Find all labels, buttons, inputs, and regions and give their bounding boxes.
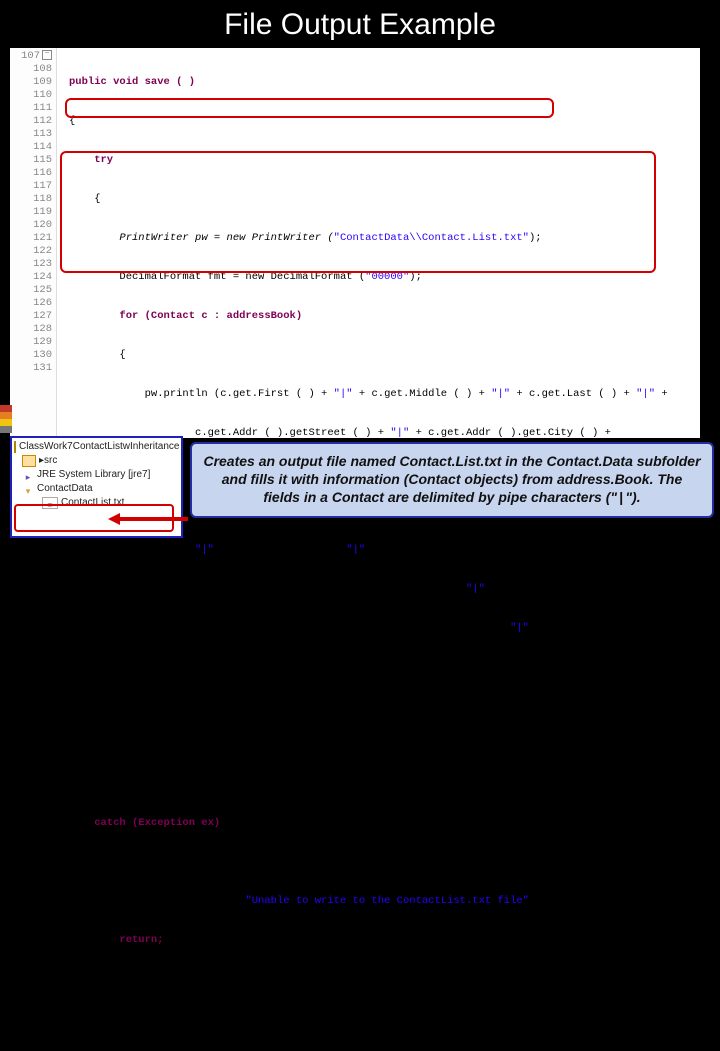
library-icon: ▸	[22, 470, 34, 480]
tree-project: ClassWork7ContactListwInheritance	[19, 440, 179, 454]
tree-folder: ContactData	[37, 482, 93, 496]
slide-title: File Output Example	[0, 0, 720, 46]
package-icon	[22, 455, 36, 467]
project-icon	[14, 441, 16, 453]
tree-src: src	[44, 454, 57, 468]
code-editor: 107− 108109110 111112113 114115116 11711…	[10, 48, 700, 438]
tree-jre: JRE System Library [jre7]	[37, 468, 150, 482]
folder-icon: ▾	[22, 484, 34, 494]
fold-icon: −	[42, 50, 52, 60]
callout-box: Creates an output file named Contact.Lis…	[190, 442, 714, 518]
tree-file: ContactList.txt	[61, 496, 124, 510]
arrow-icon	[118, 517, 188, 521]
file-icon: ≡	[42, 497, 58, 509]
project-tree: ClassWork7ContactListwInheritance ▸ src …	[10, 436, 183, 538]
line-number-gutter: 107− 108109110 111112113 114115116 11711…	[10, 48, 57, 438]
color-accent-bars	[0, 405, 12, 433]
code-token: PrintWriter pw = new PrintWriter (	[69, 232, 334, 244]
code-content: public void save ( ) { try { PrintWriter…	[57, 48, 668, 438]
